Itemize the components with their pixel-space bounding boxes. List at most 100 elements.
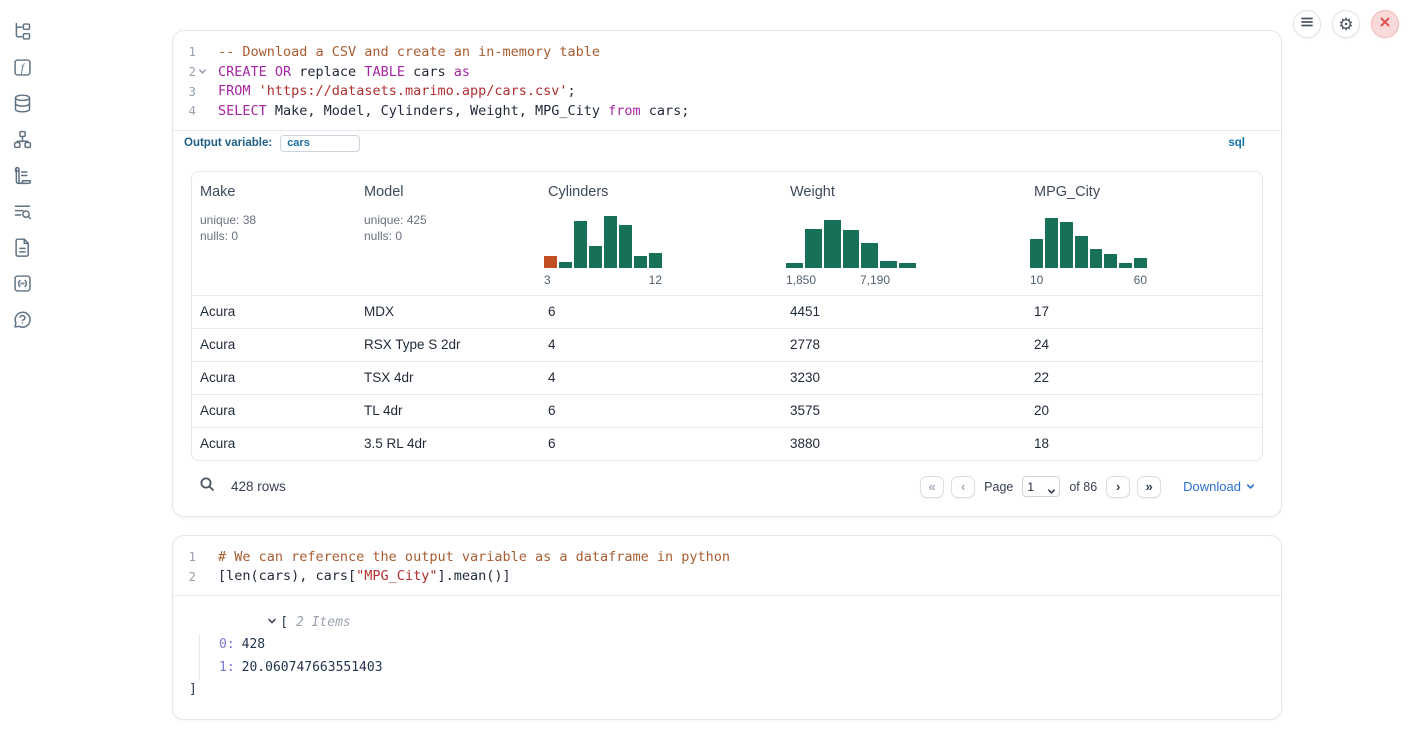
column-stats: unique: 38nulls: 0 xyxy=(200,212,356,244)
pagination: « ‹ Page 1 of 86 › » xyxy=(920,476,1161,498)
document-icon[interactable] xyxy=(11,236,33,258)
histogram-mpg_city[interactable] xyxy=(1030,216,1147,268)
table-cell: 18 xyxy=(1026,428,1262,460)
dependency-graph-icon[interactable] xyxy=(11,128,33,150)
column-title: Weight xyxy=(790,184,1026,200)
next-page-button[interactable]: › xyxy=(1106,476,1130,498)
first-page-button[interactable]: « xyxy=(920,476,944,498)
histogram-bar[interactable] xyxy=(861,243,878,268)
settings-button[interactable]: ⚙ xyxy=(1332,10,1360,38)
histogram-bar[interactable] xyxy=(843,230,860,267)
output-variable-row: Output variable: sql xyxy=(173,130,1281,156)
function-square-icon[interactable]: f xyxy=(11,56,33,78)
top-controls: ⚙ xyxy=(1293,10,1399,38)
search-icon[interactable] xyxy=(199,476,215,497)
row-count: 428 rows xyxy=(231,479,286,494)
histogram-bar[interactable] xyxy=(1104,254,1117,268)
output-variable-input[interactable] xyxy=(280,135,360,152)
code-line[interactable]: 2CREATE OR replace TABLE cars as xyxy=(183,62,1281,82)
page-select[interactable]: 1 xyxy=(1022,476,1060,497)
file-tree-icon[interactable] xyxy=(11,20,33,42)
table-cell: Acura xyxy=(192,428,356,460)
chevron-down-icon xyxy=(1246,479,1255,494)
histogram-bar[interactable] xyxy=(1060,222,1073,268)
histogram-bar[interactable] xyxy=(1075,236,1088,268)
menu-button[interactable] xyxy=(1293,10,1321,38)
code-line[interactable]: 2[len(cars), cars["MPG_City"].mean()] xyxy=(183,566,1281,586)
code-line[interactable]: 1-- Download a CSV and create an in-memo… xyxy=(183,42,1281,62)
histogram-bar[interactable] xyxy=(544,256,557,267)
python-cell: 1# We can reference the output variable … xyxy=(172,535,1282,720)
table-row[interactable]: Acura3.5 RL 4dr6388018 xyxy=(192,427,1262,460)
sql-cell: 1-- Download a CSV and create an in-memo… xyxy=(172,30,1282,517)
table-cell: 24 xyxy=(1026,329,1262,361)
column-header-model[interactable]: Modelunique: 425nulls: 0 xyxy=(356,184,540,295)
table-cell: 17 xyxy=(1026,296,1262,328)
close-button[interactable] xyxy=(1371,10,1399,38)
download-button[interactable]: Download xyxy=(1183,479,1255,494)
histogram-bar[interactable] xyxy=(899,263,916,268)
scroll-log-icon[interactable] xyxy=(11,164,33,186)
histogram-bar[interactable] xyxy=(1045,218,1058,267)
table-body: AcuraMDX6445117AcuraRSX Type S 2dr427782… xyxy=(192,295,1262,460)
svg-text:f: f xyxy=(20,62,25,74)
histogram-bar[interactable] xyxy=(604,216,617,268)
table-row[interactable]: AcuraTL 4dr6357520 xyxy=(192,394,1262,427)
notebook: 1-- Download a CSV and create an in-memo… xyxy=(172,0,1282,720)
histogram-bar[interactable] xyxy=(1030,239,1043,268)
column-title: Model xyxy=(364,184,540,200)
histogram-bar[interactable] xyxy=(574,221,587,268)
code-line[interactable]: 1# We can reference the output variable … xyxy=(183,547,1281,567)
list-search-icon[interactable] xyxy=(11,200,33,222)
sql-code-editor[interactable]: 1-- Download a CSV and create an in-memo… xyxy=(173,31,1281,130)
histogram-bar[interactable] xyxy=(805,229,822,268)
table-cell: 6 xyxy=(540,296,782,328)
table-cell: Acura xyxy=(192,329,356,361)
histogram-bar[interactable] xyxy=(786,263,803,268)
table-cell: Acura xyxy=(192,362,356,394)
code-block-icon[interactable] xyxy=(11,272,33,294)
histogram-bar[interactable] xyxy=(1090,249,1103,268)
code-text: SELECT Make, Model, Cylinders, Weight, M… xyxy=(218,103,689,119)
histogram-bar[interactable] xyxy=(589,246,602,268)
table-row[interactable]: AcuraRSX Type S 2dr4277824 xyxy=(192,328,1262,361)
column-header-mpg_city[interactable]: MPG_City1060 xyxy=(1026,184,1262,295)
table-cell: 22 xyxy=(1026,362,1262,394)
table-row[interactable]: AcuraMDX6445117 xyxy=(192,295,1262,328)
tree-open-row[interactable]: [ 2 Items xyxy=(189,611,1265,633)
sql-output-area: Makeunique: 38nulls: 0Modelunique: 425nu… xyxy=(173,156,1281,516)
column-header-make[interactable]: Makeunique: 38nulls: 0 xyxy=(192,184,356,295)
histogram-bar[interactable] xyxy=(559,262,572,268)
code-line[interactable]: 3FROM 'https://datasets.marimo.app/cars.… xyxy=(183,81,1281,101)
histogram-bar[interactable] xyxy=(1119,263,1132,268)
table-cell: 6 xyxy=(540,428,782,460)
histogram-bar[interactable] xyxy=(1134,258,1147,267)
histogram-bar[interactable] xyxy=(824,220,841,268)
menu-icon xyxy=(1300,15,1314,34)
code-text: CREATE OR replace TABLE cars as xyxy=(218,64,470,80)
histogram-weight[interactable] xyxy=(786,216,916,268)
tree-entry-value: 428 xyxy=(242,637,265,652)
last-page-button[interactable]: » xyxy=(1137,476,1161,498)
histogram-cylinders[interactable] xyxy=(544,216,662,268)
column-title: Cylinders xyxy=(548,184,782,200)
python-code-editor[interactable]: 1# We can reference the output variable … xyxy=(173,536,1281,595)
code-line[interactable]: 4SELECT Make, Model, Cylinders, Weight, … xyxy=(183,101,1281,121)
histogram-bar[interactable] xyxy=(649,253,662,268)
histogram-bar[interactable] xyxy=(880,261,897,268)
tree-entry-key: 1: xyxy=(219,660,235,675)
tree-entry: 0:428 xyxy=(189,634,1265,656)
table-row[interactable]: AcuraTSX 4dr4323022 xyxy=(192,361,1262,394)
help-chat-icon[interactable] xyxy=(11,308,33,330)
tree-entry-value: 20.060747663551403 xyxy=(242,660,383,675)
histogram-bar[interactable] xyxy=(619,225,632,268)
histogram-bar[interactable] xyxy=(634,256,647,267)
previous-page-button[interactable]: ‹ xyxy=(951,476,975,498)
fold-chevron-icon[interactable] xyxy=(196,67,209,76)
column-header-weight[interactable]: Weight1,8507,190 xyxy=(782,184,1026,295)
database-icon[interactable] xyxy=(11,92,33,114)
data-table: Makeunique: 38nulls: 0Modelunique: 425nu… xyxy=(191,171,1263,461)
column-header-cylinders[interactable]: Cylinders 312 xyxy=(540,184,782,295)
gear-icon: ⚙ xyxy=(1338,16,1353,33)
histogram-axis-labels: 312 xyxy=(544,273,662,287)
